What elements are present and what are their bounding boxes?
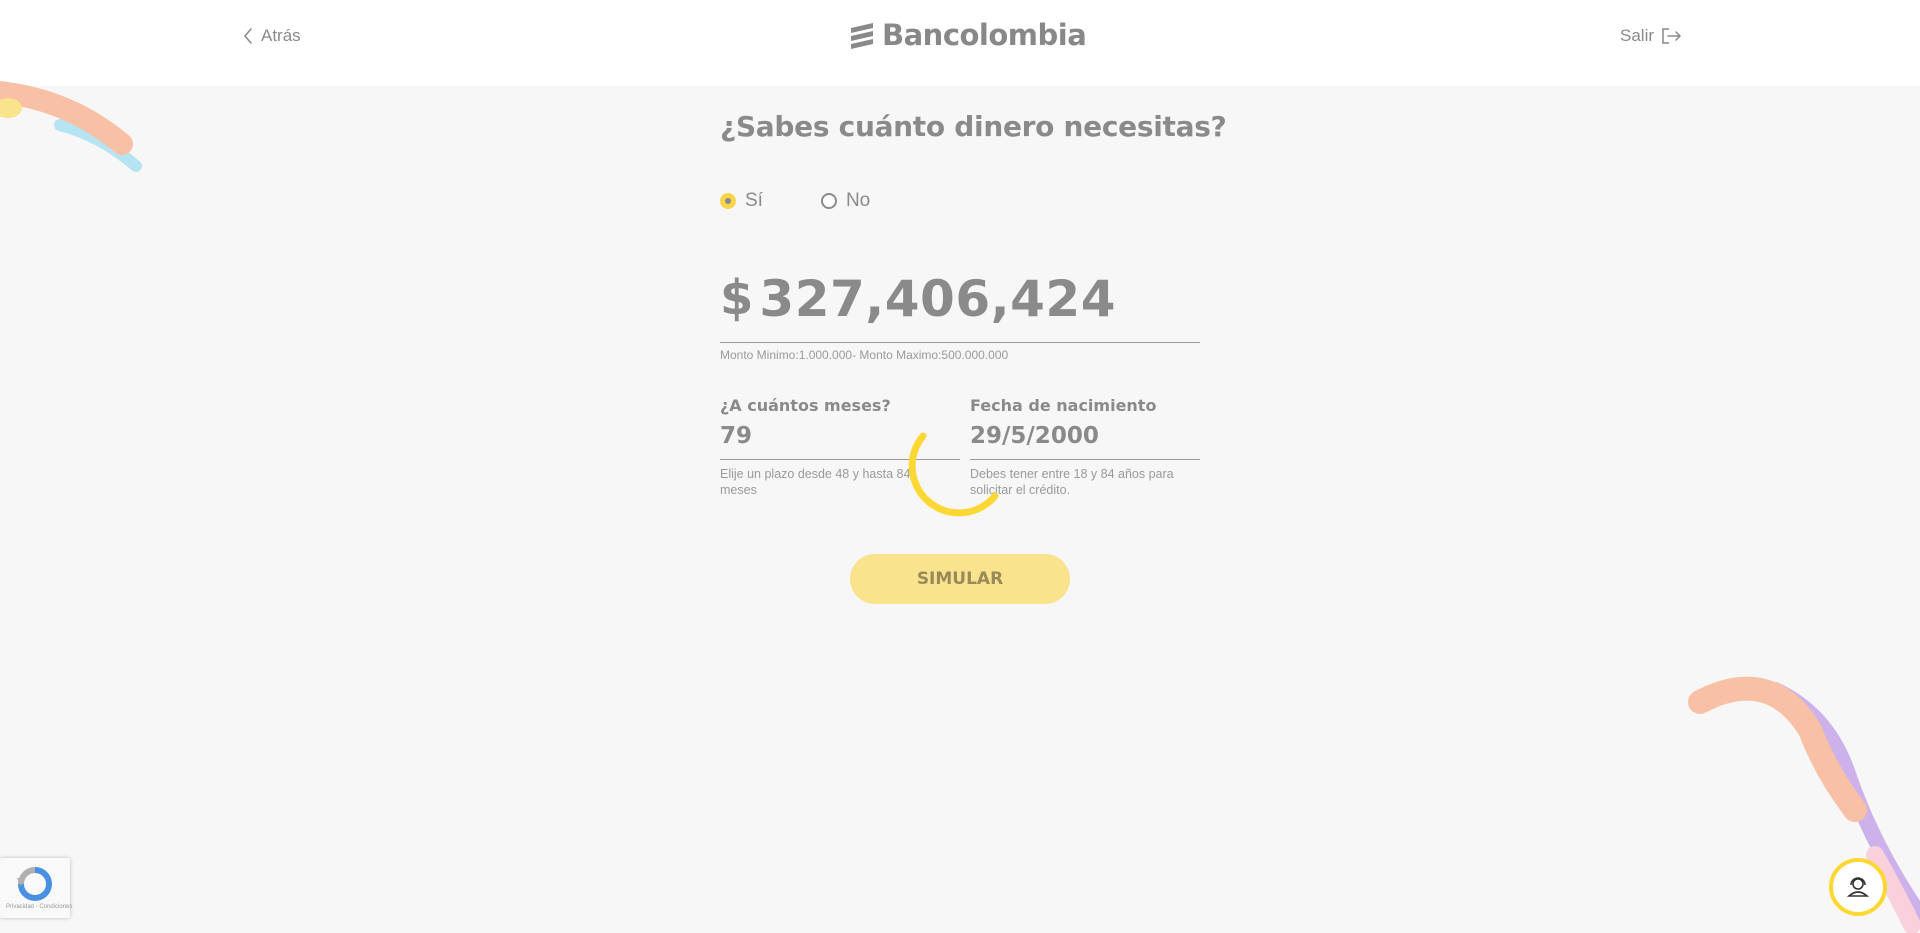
page-title: ¿Sabes cuánto dinero necesitas? [720,110,1227,143]
recaptcha-icon [17,867,52,901]
currency-symbol: $ [720,270,754,326]
bancolombia-logo[interactable]: Bancolombia [848,18,1087,52]
logo-text: Bancolombia [882,18,1087,52]
top-header: Atrás Bancolombia Salir [0,0,1920,86]
simulate-button[interactable]: SIMULAR [850,554,1070,604]
amount-known-radio-group: Sí No [720,190,928,212]
recaptcha-text[interactable]: Privacidad - Condiciones [6,904,72,910]
chevron-left-icon [243,28,252,44]
birthdate-label: Fecha de nacimiento [970,396,1157,415]
support-agent-icon [1846,877,1870,897]
back-label: Atrás [261,26,301,45]
months-label: ¿A cuántos meses? [720,396,891,415]
amount-input[interactable]: $ 327,406,424 [720,262,1200,343]
recaptcha-badge[interactable]: Privacidad - Condiciones [0,858,72,918]
decorative-curve-top-left [0,81,142,172]
logout-icon [1662,28,1682,44]
loading-spinner-icon [908,432,999,517]
radio-label-yes: Sí [745,190,763,211]
amount-hint: Monto Minimo:1.000.000- Monto Maximo:500… [720,348,1009,362]
radio-selected-icon[interactable] [720,193,736,209]
bancolombia-logo-icon [851,23,873,49]
months-hint: Elije un plazo desde 48 y hasta 84 meses [720,467,911,497]
help-chat-button[interactable] [1829,858,1887,916]
radio-option-yes[interactable]: Sí [720,190,763,212]
radio-option-no[interactable]: No [820,190,871,212]
logout-button[interactable]: Salir [1620,26,1682,46]
amount-value: 327,406,424 [759,270,1117,328]
radio-unselected-icon[interactable] [820,193,837,209]
radio-label-no: No [845,190,871,211]
back-button[interactable]: Atrás [243,26,301,46]
logout-label: Salir [1620,26,1655,45]
